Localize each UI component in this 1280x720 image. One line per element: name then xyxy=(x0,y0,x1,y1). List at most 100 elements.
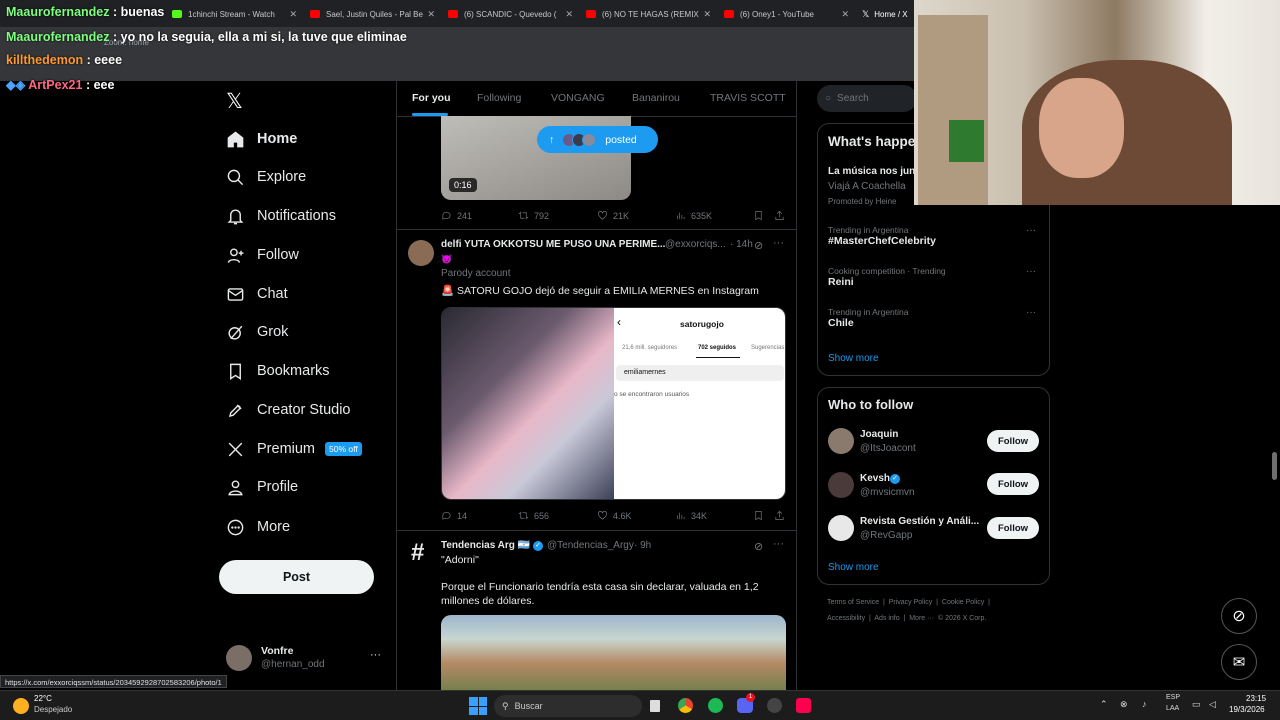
nav-chat[interactable]: Chat xyxy=(226,281,288,307)
hashtag-avatar-icon[interactable]: # xyxy=(411,539,424,567)
repost-button[interactable]: 656 xyxy=(518,510,549,521)
account-name[interactable]: Vonfre xyxy=(261,645,293,657)
avatar[interactable] xyxy=(408,240,434,266)
chevron-up-icon[interactable]: ⌃ xyxy=(1100,699,1108,710)
more-icon[interactable]: ··· xyxy=(773,237,784,249)
footer-links[interactable]: Accessibility | Ads info | More ··· © 20… xyxy=(827,615,986,622)
avatar[interactable] xyxy=(828,515,854,541)
follow-button[interactable]: Follow xyxy=(987,473,1039,495)
spotify-icon[interactable] xyxy=(708,698,723,713)
tab-following[interactable]: Following xyxy=(477,92,521,104)
more-icon[interactable]: ··· xyxy=(1026,225,1036,236)
messages-button[interactable]: ✉ xyxy=(1221,644,1257,680)
avatar[interactable] xyxy=(226,645,252,671)
nav-creator-studio[interactable]: Creator Studio xyxy=(226,397,351,423)
tweet-author-name[interactable]: Tendencias Arg 🇦🇷 xyxy=(441,539,530,553)
views-button[interactable]: 34K xyxy=(675,510,707,521)
chart-icon xyxy=(676,212,685,220)
follow-button[interactable]: Follow xyxy=(987,517,1039,539)
promo-title[interactable]: La música nos junt xyxy=(828,166,919,177)
avatar[interactable] xyxy=(828,472,854,498)
tab-vongang[interactable]: VONGANG xyxy=(551,92,605,104)
trend-item[interactable]: Cooking competition · Trending Reini xyxy=(828,266,946,288)
chrome-icon[interactable] xyxy=(678,698,693,713)
task-view-icon[interactable] xyxy=(650,700,660,712)
nav-more[interactable]: More xyxy=(226,514,290,540)
more-icon[interactable]: ··· xyxy=(773,538,784,550)
scrollbar[interactable] xyxy=(1272,452,1277,480)
tab-travis-scott[interactable]: TRAVIS SCOTT xyxy=(710,92,786,104)
tweet-time[interactable]: · 9h xyxy=(634,539,651,553)
tweet-author-handle[interactable]: @Tendencias_Argy xyxy=(547,539,634,553)
show-more-link[interactable]: Show more xyxy=(828,353,879,364)
temperature[interactable]: 22°C xyxy=(34,694,52,703)
nav-notifications[interactable]: Notifications xyxy=(226,203,336,229)
tweet-image[interactable]: ‹ satorugojo 21,6 mill. seguidores 702 s… xyxy=(441,307,786,500)
show-more-link[interactable]: Show more xyxy=(828,562,879,573)
nav-home[interactable]: Home xyxy=(226,126,297,152)
more-icon[interactable]: ··· xyxy=(1026,266,1036,277)
grok-button[interactable]: ⊘ xyxy=(1221,598,1257,634)
share-button[interactable] xyxy=(774,510,790,521)
close-icon[interactable]: ✕ xyxy=(427,9,435,20)
user-name[interactable]: Revista Gestión y Análi... xyxy=(860,516,979,527)
more-icon[interactable]: ··· xyxy=(370,649,381,661)
repost-button[interactable]: 792 xyxy=(518,210,549,221)
bookmark-button[interactable] xyxy=(753,210,769,221)
more-icon[interactable]: ··· xyxy=(1026,307,1036,318)
footer-links[interactable]: Terms of Service | Privacy Policy | Cook… xyxy=(827,599,990,606)
taskbar-search[interactable]: ⚲ Buscar xyxy=(494,695,642,717)
avatar[interactable] xyxy=(828,428,854,454)
views-button[interactable]: 635K xyxy=(675,210,712,221)
reply-button[interactable]: 14 xyxy=(441,510,467,521)
search-input[interactable]: ○ Search xyxy=(817,85,917,112)
tab-bananirou[interactable]: Bananirou xyxy=(632,92,680,104)
nav-bookmarks[interactable]: Bookmarks xyxy=(226,358,330,384)
share-button[interactable] xyxy=(774,210,790,221)
nav-follow[interactable]: Follow xyxy=(226,242,299,268)
user-name[interactable]: Kevsh xyxy=(860,473,890,484)
nav-profile[interactable]: Profile xyxy=(226,474,298,500)
network-icon[interactable]: ⊗ xyxy=(1120,699,1128,710)
like-button[interactable]: 4.6K xyxy=(597,510,632,521)
browser-tab[interactable]: (6) SCANDIC - Quevedo (✕ xyxy=(448,4,573,24)
close-icon[interactable]: ✕ xyxy=(703,9,711,20)
close-icon[interactable]: ✕ xyxy=(289,9,297,20)
windows-start-icon[interactable] xyxy=(469,697,487,715)
browser-tab[interactable]: 1chinchi Stream - Watch ✕ xyxy=(172,4,297,24)
tab-for-you[interactable]: For you xyxy=(412,92,451,104)
nav-premium[interactable]: Premium 50% off xyxy=(226,436,362,462)
tweet-author-name[interactable]: delfi YUTA OKKOTSU ME PUSO UNA PERIME... xyxy=(441,238,665,252)
new-posts-pill[interactable]: ↑ posted xyxy=(537,126,658,153)
language[interactable]: ESP xyxy=(1166,694,1180,701)
browser-tab[interactable]: (6) NO TE HAGAS (REMIX ✕ xyxy=(586,4,711,24)
nav-explore[interactable]: Explore xyxy=(226,164,306,190)
trend-item[interactable]: Trending in Argentina #MasterChefCelebrit… xyxy=(828,225,936,247)
close-icon[interactable]: ✕ xyxy=(565,9,573,20)
mic-icon[interactable]: ♪ xyxy=(1142,699,1147,709)
monitor-icon[interactable]: ▭ xyxy=(1192,699,1201,710)
like-button[interactable]: 21K xyxy=(597,210,629,221)
tiktok-icon[interactable] xyxy=(796,698,811,713)
tweet-time[interactable]: · 14h xyxy=(730,238,753,252)
volume-icon[interactable]: ◁ xyxy=(1209,699,1216,710)
browser-tab[interactable]: (6) Oney1 - YouTube ✕ xyxy=(724,4,849,24)
trend-item[interactable]: Trending in Argentina Chile xyxy=(828,307,909,329)
clock-time[interactable]: 23:15 xyxy=(1246,694,1266,703)
reply-button[interactable]: 241 xyxy=(441,210,472,221)
post-button[interactable]: Post xyxy=(219,560,374,594)
nav-grok[interactable]: Grok xyxy=(226,319,288,345)
follow-button[interactable]: Follow xyxy=(987,430,1039,452)
user-name[interactable]: Joaquin xyxy=(860,429,898,440)
browser-tab-active[interactable]: 𝕏 Home / X xyxy=(862,4,922,24)
tweet-author-handle[interactable]: @exxorciqs... xyxy=(665,238,726,252)
close-icon[interactable]: ✕ xyxy=(841,9,849,20)
kick-icon xyxy=(172,10,182,18)
obs-icon[interactable] xyxy=(767,698,782,713)
bookmark-button[interactable] xyxy=(753,510,769,521)
grok-icon[interactable]: ⊘ xyxy=(754,239,763,252)
tweet-image[interactable] xyxy=(441,615,786,690)
x-logo-icon[interactable]: 𝕏 xyxy=(226,89,243,114)
grok-icon[interactable]: ⊘ xyxy=(754,540,763,553)
browser-tab[interactable]: Sael, Justin Quiles - Pal Be ✕ xyxy=(310,4,435,24)
